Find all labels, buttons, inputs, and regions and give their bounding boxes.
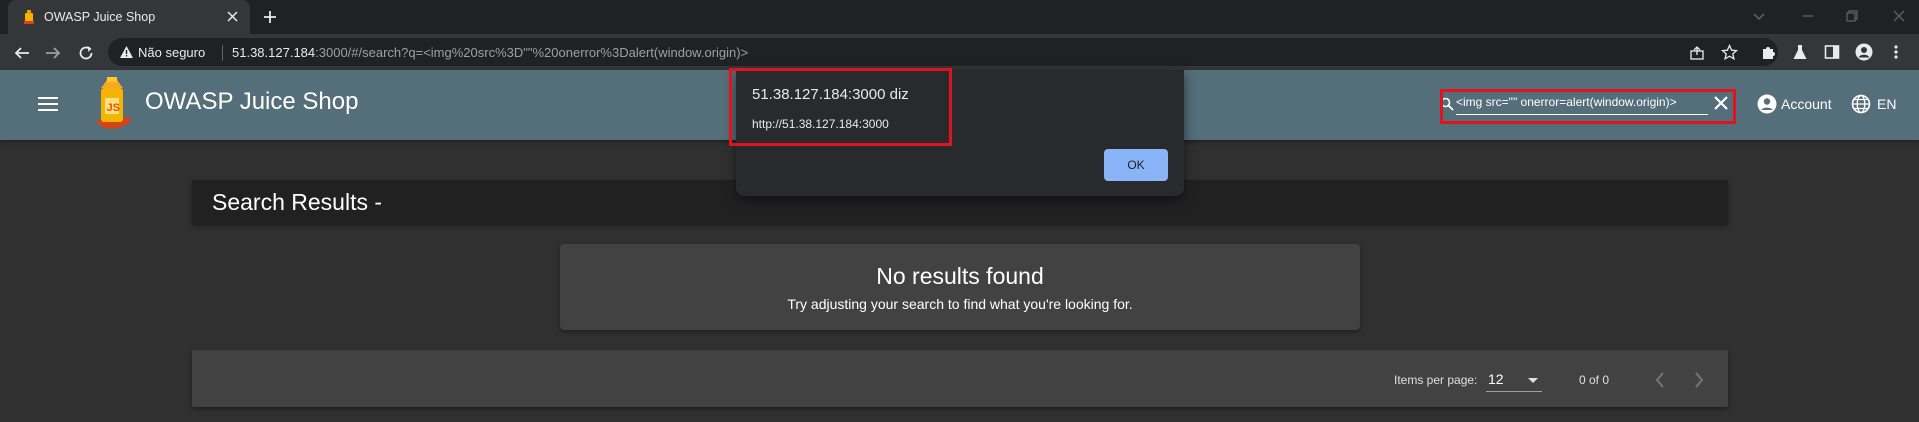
language-button-label[interactable]: EN (1877, 96, 1896, 112)
labs-flask-icon[interactable] (1792, 44, 1808, 61)
language-globe-icon[interactable] (1851, 94, 1871, 114)
minimize-icon[interactable] (1801, 9, 1815, 23)
back-arrow-icon[interactable] (13, 44, 31, 62)
reload-icon[interactable] (77, 44, 95, 62)
results-title: Search Results - (212, 189, 383, 215)
bookmark-star-icon[interactable] (1721, 44, 1738, 61)
url-host: 51.38.127.184 (232, 45, 316, 60)
browser-tab-strip (0, 0, 1919, 34)
side-panel-icon[interactable] (1824, 44, 1840, 60)
extensions-puzzle-icon[interactable] (1760, 44, 1777, 61)
hamburger-menu-icon[interactable] (38, 96, 58, 112)
profile-avatar-icon[interactable] (1855, 43, 1873, 61)
no-results-title: No results found (876, 263, 1044, 289)
account-button-label[interactable]: Account (1781, 96, 1832, 112)
close-tab-icon[interactable] (227, 11, 238, 22)
url-path: :3000/#/search?q=<img%20src%3D""%20onerr… (315, 45, 749, 60)
highlight-box-search (1440, 89, 1736, 124)
no-results-subtitle: Try adjusting your search to find what y… (787, 296, 1133, 312)
tab-search-chevron-icon[interactable] (1752, 9, 1766, 23)
forward-arrow-icon[interactable] (44, 44, 62, 62)
account-circle-icon[interactable] (1757, 94, 1777, 114)
warning-triangle-icon[interactable] (119, 45, 134, 59)
close-window-icon[interactable] (1892, 9, 1906, 23)
dropdown-arrow-icon[interactable] (1528, 378, 1538, 384)
restore-icon[interactable] (1845, 9, 1859, 23)
items-per-page-value: 12 (1488, 371, 1504, 387)
juice-shop-logo-icon[interactable]: JS (87, 76, 139, 131)
url-text[interactable]: 51.38.127.184:3000/#/search?q=<img%20src… (232, 45, 748, 60)
page-range-label: 0 of 0 (1579, 373, 1610, 387)
highlight-box-dialog (729, 68, 952, 146)
svg-text:JS: JS (107, 102, 120, 114)
next-page-chevron-icon[interactable] (1693, 371, 1705, 389)
share-icon[interactable] (1689, 45, 1705, 61)
more-menu-icon[interactable] (1892, 44, 1900, 60)
browser-tab[interactable]: OWASP Juice Shop (8, 0, 250, 34)
previous-page-chevron-icon[interactable] (1654, 371, 1666, 389)
url-divider (222, 45, 223, 61)
juice-shop-favicon-icon (22, 9, 36, 25)
security-label[interactable]: Não seguro (138, 45, 205, 60)
ok-button[interactable]: OK (1104, 149, 1168, 181)
tab-title: OWASP Juice Shop (44, 10, 156, 24)
app-title[interactable]: OWASP Juice Shop (145, 88, 358, 116)
items-per-page-label: Items per page: (1394, 373, 1478, 387)
new-tab-icon[interactable] (262, 9, 278, 25)
